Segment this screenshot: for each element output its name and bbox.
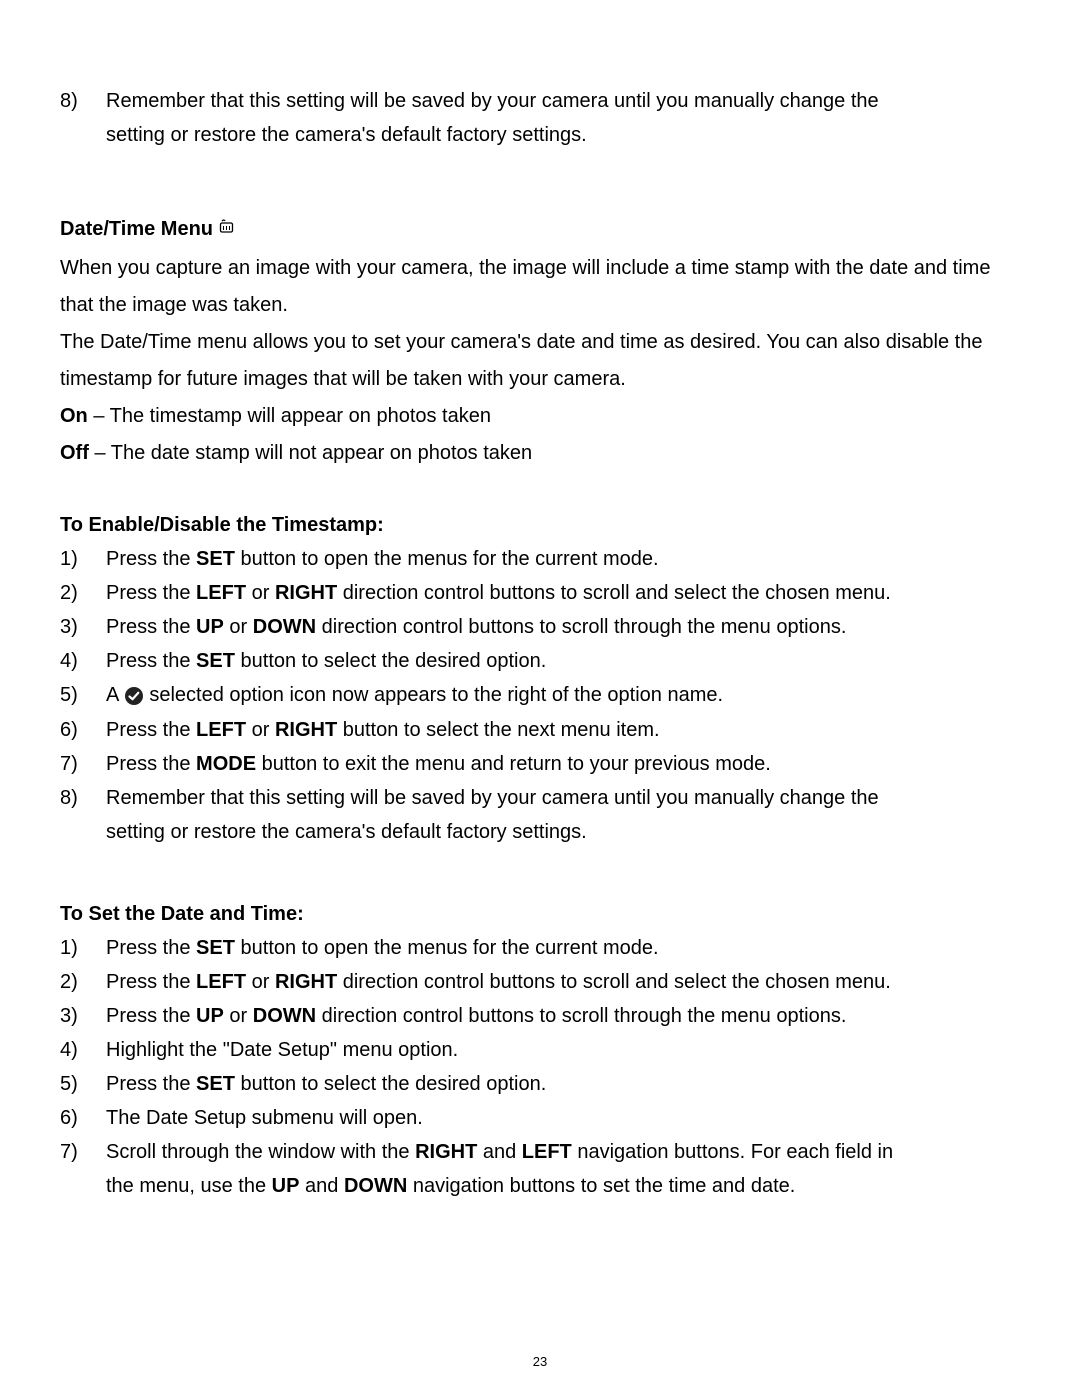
numbered-item-cont: setting or restore the camera's default …	[60, 815, 1010, 849]
numbered-item: 1) Press the SET button to open the menu…	[60, 931, 1010, 965]
numbered-item: 2) Press the LEFT or RIGHT direction con…	[60, 576, 1010, 610]
section-heading-timestamp: To Enable/Disable the Timestamp:	[60, 508, 1010, 542]
numbered-item-cont: the menu, use the UP and DOWN navigation…	[60, 1169, 1010, 1203]
datetime-icon	[219, 212, 235, 246]
page-number: 23	[0, 1354, 1080, 1369]
numbered-item: 3) Press the UP or DOWN direction contro…	[60, 610, 1010, 644]
checkmark-circle-icon	[124, 679, 144, 713]
section-heading-datetime: Date/Time Menu	[60, 212, 1010, 246]
numbered-item: 7) Scroll through the window with the RI…	[60, 1135, 1010, 1169]
paragraph-on: On – The timestamp will appear on photos…	[60, 398, 1010, 435]
numbered-item: 1) Press the SET button to open the menu…	[60, 542, 1010, 576]
numbered-item: 4) Highlight the "Date Setup" menu optio…	[60, 1033, 1010, 1067]
numbered-item: 5) A selected option icon now appears to…	[60, 678, 1010, 713]
numbered-item-cont: setting or restore the camera's default …	[60, 118, 1010, 152]
numbered-item: 4) Press the SET button to select the de…	[60, 644, 1010, 678]
section-heading-setdate: To Set the Date and Time:	[60, 897, 1010, 931]
numbered-item: 6) The Date Setup submenu will open.	[60, 1101, 1010, 1135]
numbered-item: 8) Remember that this setting will be sa…	[60, 781, 1010, 815]
numbered-item: 5) Press the SET button to select the de…	[60, 1067, 1010, 1101]
numbered-item: 6) Press the LEFT or RIGHT button to sel…	[60, 713, 1010, 747]
numbered-item: 3) Press the UP or DOWN direction contro…	[60, 999, 1010, 1033]
list-text: Remember that this setting will be saved…	[106, 84, 1010, 118]
document-page: 8) Remember that this setting will be sa…	[0, 0, 1080, 1397]
numbered-item: 2) Press the LEFT or RIGHT direction con…	[60, 965, 1010, 999]
paragraph-off: Off – The date stamp will not appear on …	[60, 435, 1010, 472]
list-text: setting or restore the camera's default …	[106, 118, 1010, 152]
paragraph: The Date/Time menu allows you to set you…	[60, 324, 1010, 398]
paragraph: When you capture an image with your came…	[60, 250, 1010, 324]
list-number: 8)	[60, 84, 106, 118]
numbered-item: 8) Remember that this setting will be sa…	[60, 84, 1010, 118]
numbered-item: 7) Press the MODE button to exit the men…	[60, 747, 1010, 781]
